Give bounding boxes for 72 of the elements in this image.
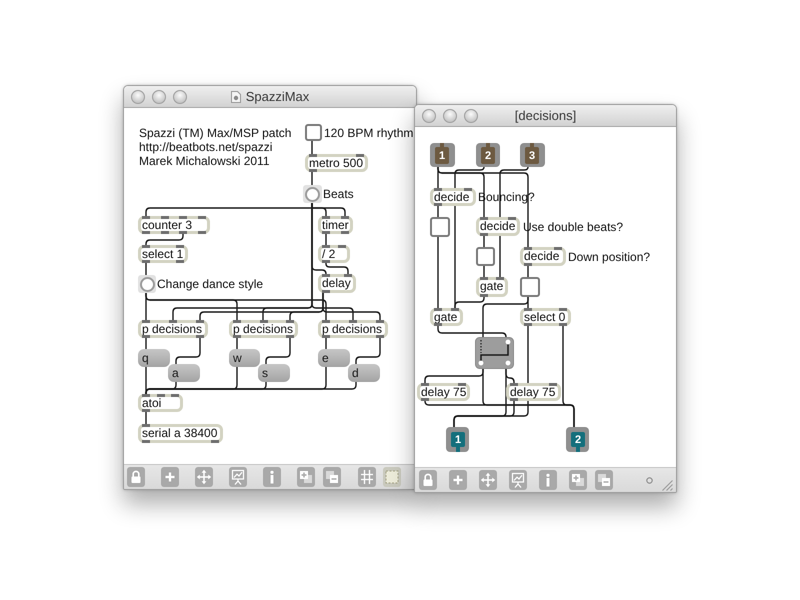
patch-object: gate — [430, 308, 463, 326]
patch-comment: Change dance style — [157, 277, 264, 291]
toggle[interactable] — [520, 277, 540, 297]
toggle[interactable] — [430, 217, 450, 237]
message-object[interactable]: d — [348, 364, 380, 382]
patch-object: gate — [476, 277, 508, 297]
stack-plus-icon[interactable] — [297, 467, 315, 487]
toggle[interactable] — [476, 247, 495, 266]
patch-object: atoi — [138, 394, 183, 412]
patch-object: p decisions — [318, 320, 388, 338]
patch-object: p decisions — [138, 320, 208, 338]
patch-object: counter 3 — [138, 216, 210, 234]
stack-plus-icon[interactable] — [569, 470, 587, 490]
patch-object: delay 75 — [417, 383, 470, 401]
info-icon[interactable] — [263, 467, 281, 487]
message-object[interactable]: e — [318, 349, 350, 367]
patch-object: / 2 — [318, 245, 350, 263]
patch-comment: Spazzi (TM) Max/MSP patch http://beatbots.net/spazzi Marek Michalowski 2011 — [139, 126, 292, 168]
document-icon — [230, 90, 241, 102]
close-button[interactable] — [422, 108, 436, 122]
plus-icon[interactable] — [449, 470, 467, 490]
patch-object: select 1 — [138, 245, 188, 263]
minimize-button[interactable] — [152, 90, 166, 104]
move-icon[interactable] — [479, 470, 497, 490]
resize-grip-icon[interactable] — [662, 480, 673, 491]
patch-cord — [355, 338, 381, 364]
circle-icon — [646, 476, 653, 484]
presentation-icon[interactable] — [509, 470, 527, 490]
patch-object: timer — [318, 216, 353, 234]
bang-button[interactable] — [303, 185, 322, 203]
grid-icon[interactable] — [358, 467, 376, 487]
outlet-object: 2 — [566, 427, 589, 452]
patch-cord — [175, 338, 201, 364]
message-object[interactable]: a — [168, 364, 200, 382]
minimize-button[interactable] — [443, 108, 457, 122]
patch-cord — [265, 338, 291, 364]
close-button[interactable] — [131, 90, 145, 104]
plus-icon[interactable] — [161, 467, 179, 487]
lock-icon[interactable] — [127, 467, 145, 487]
patch-object: p decisions — [229, 320, 298, 338]
zoom-button[interactable] — [464, 108, 478, 122]
zoom-button[interactable] — [173, 90, 187, 104]
dashed-square-icon[interactable] — [383, 467, 401, 487]
patch-comment: 120 BPM rhythm — [324, 126, 414, 140]
message-object[interactable]: w — [229, 349, 260, 367]
patch-comment: Down position? — [568, 250, 650, 264]
stack-minus-icon[interactable] — [595, 470, 613, 490]
info-icon[interactable] — [539, 470, 557, 490]
outlet-object: 1 — [446, 427, 469, 452]
move-icon[interactable] — [195, 467, 213, 487]
patch-object: select 0 — [520, 308, 571, 326]
patch-object: decide — [476, 217, 520, 236]
patch-object: delay 75 — [506, 383, 561, 401]
inlet-object: 2 — [476, 143, 500, 167]
patch-object: serial a 38400 — [138, 424, 223, 443]
message-object[interactable]: q — [138, 349, 170, 367]
lock-icon[interactable] — [419, 470, 437, 490]
message-object[interactable]: s — [258, 364, 290, 382]
presentation-icon[interactable] — [229, 467, 247, 487]
patch-object: delay — [318, 274, 356, 293]
gate-switch[interactable] — [475, 337, 514, 369]
patch-object: decide — [520, 247, 566, 266]
bang-button[interactable] — [138, 275, 156, 293]
inlet-object: 1 — [430, 143, 455, 167]
window-title: [decisions] — [514, 108, 576, 123]
window-title: SpazziMax — [246, 89, 310, 104]
inlet-object: 3 — [520, 143, 545, 167]
patch-object: metro 500 — [305, 154, 368, 172]
toggle[interactable] — [305, 124, 322, 141]
stack-minus-icon[interactable] — [323, 467, 341, 487]
patch-object: decide — [430, 188, 476, 206]
patch-comment: Beats — [323, 187, 354, 201]
